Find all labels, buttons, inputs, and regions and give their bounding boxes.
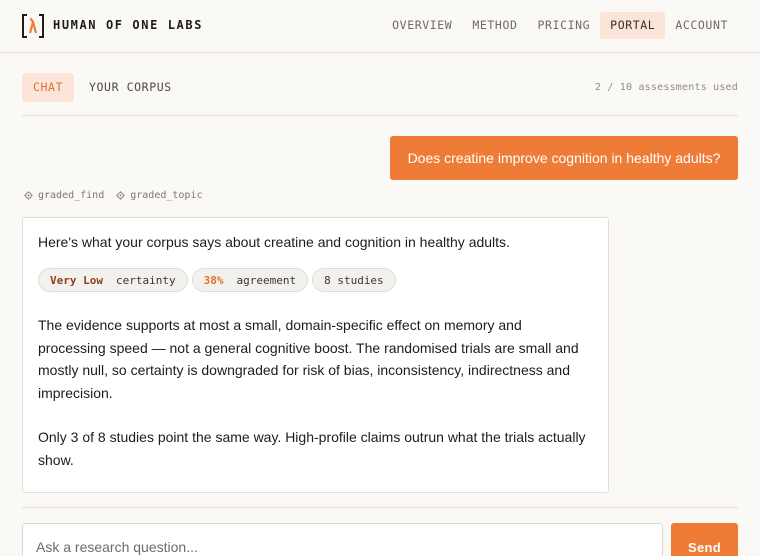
evidence-badges: Very Low certainty 38% agreement 8 studi… (38, 268, 593, 292)
certainty-value: Very Low (50, 273, 103, 287)
nav-pricing[interactable]: PRICING (528, 12, 601, 39)
research-question-input[interactable] (22, 523, 663, 556)
agreement-label: agreement (236, 273, 297, 287)
answer-intro: Here's what your corpus says about creat… (38, 234, 510, 250)
answer-paragraph: The evidence supports at most a small, d… (38, 317, 579, 401)
tab-your-corpus[interactable]: YOUR CORPUS (78, 73, 183, 102)
send-button[interactable]: Send (671, 523, 738, 556)
agreement-badge: 38% agreement (191, 268, 309, 292)
agreement-value: 38% (203, 273, 224, 287)
divider (22, 507, 738, 508)
assistant-answer-card: Here's what your corpus says about creat… (22, 217, 609, 493)
tool-label: graded_find (38, 190, 105, 201)
nav-account[interactable]: ACCOUNT (665, 12, 738, 39)
certainty-label: certainty (115, 273, 176, 287)
tool-tag: graded_topic (116, 190, 202, 201)
main-nav: OVERVIEW METHOD PRICING PORTAL ACCOUNT (382, 12, 738, 39)
tool-calls: graded_find graded_topic (24, 190, 214, 201)
nav-method[interactable]: METHOD (462, 12, 527, 39)
top-header: HUMAN OF ONE LABS OVERVIEW METHOD PRICIN… (0, 0, 760, 53)
bracket-flame-logo[interactable] (22, 14, 44, 38)
usage-counter: 2 / 10 assessments used (594, 82, 738, 93)
tool-tag: graded_find (24, 190, 104, 201)
nav-portal[interactable]: PORTAL (600, 12, 666, 39)
brand-name[interactable]: HUMAN OF ONE LABS (53, 18, 203, 32)
tool-label: graded_topic (130, 190, 203, 201)
nav-overview[interactable]: OVERVIEW (382, 12, 462, 39)
studies-badge: 8 studies (312, 268, 396, 292)
divider (22, 115, 738, 116)
answer-paragraph: Only 3 of 8 studies point the same way. … (38, 429, 586, 468)
gear-icon (24, 191, 33, 200)
gear-icon (116, 191, 125, 200)
certainty-badge: Very Low certainty (38, 268, 188, 292)
user-message-bubble: Does creatine improve cognition in healt… (390, 136, 738, 180)
tab-chat[interactable]: CHAT (22, 73, 75, 102)
